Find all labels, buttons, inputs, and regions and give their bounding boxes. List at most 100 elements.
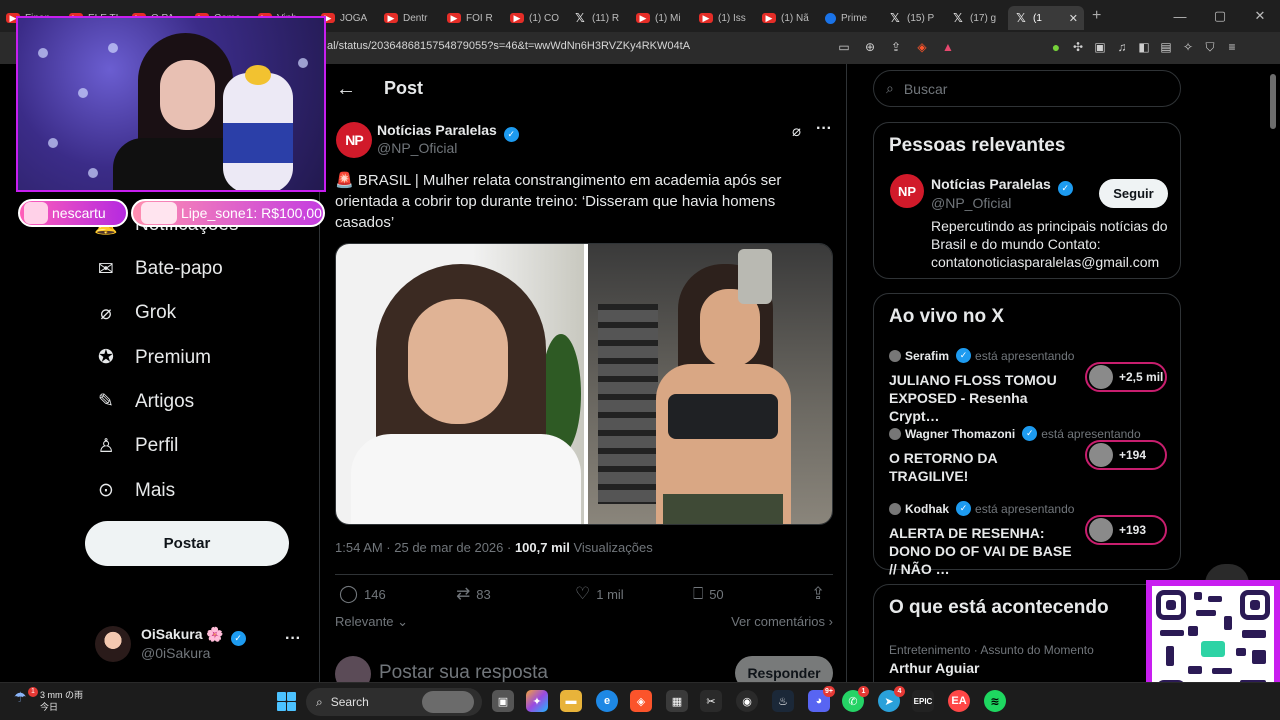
- brave-shields-icon[interactable]: ◈: [914, 39, 930, 55]
- qr-module: [1236, 648, 1246, 656]
- maximize-button[interactable]: ▢: [1200, 8, 1240, 24]
- timestamp[interactable]: 1:54 AM · 25 de mar de 2026 ·: [335, 540, 515, 555]
- reply-submit-button[interactable]: Responder: [735, 656, 833, 682]
- reply-input[interactable]: Postar sua resposta: [379, 662, 548, 682]
- author-handle[interactable]: @NP_Oficial: [377, 140, 457, 156]
- sort-dropdown[interactable]: Relevante ⌄: [335, 614, 408, 629]
- vpn-icon[interactable]: ⛉: [1202, 39, 1218, 55]
- sidebar-item-articles[interactable]: ✎ Artigos: [95, 391, 194, 413]
- scrollbar[interactable]: [1270, 74, 1276, 129]
- tab-close-icon[interactable]: ✕: [1069, 12, 1078, 25]
- store-icon[interactable]: ▦: [666, 690, 688, 712]
- browser-tab[interactable]: Prime: [819, 6, 882, 30]
- search-box[interactable]: ⌕: [873, 70, 1181, 107]
- new-tab-button[interactable]: +: [1092, 7, 1101, 25]
- sidebar-item-messages[interactable]: ✉ Bate-papo: [95, 258, 223, 280]
- browser-tab[interactable]: 𝕏 (17) g: [945, 6, 1008, 30]
- leo-ai-icon[interactable]: ✧: [1180, 39, 1196, 55]
- minimize-button[interactable]: —: [1160, 9, 1200, 24]
- tab-active[interactable]: 𝕏 (1 ✕: [1008, 6, 1084, 30]
- menu-icon[interactable]: ≡: [1224, 39, 1240, 55]
- file-explorer-icon[interactable]: ▬: [560, 690, 582, 712]
- screenshot-icon[interactable]: ▣: [1092, 39, 1108, 55]
- follow-button[interactable]: Seguir: [1099, 179, 1168, 208]
- browser-tab[interactable]: ▶ (1) Nã: [756, 6, 819, 30]
- tab-label: (1) CO: [529, 12, 559, 24]
- browser-tab[interactable]: ▶ (1) Iss: [693, 6, 756, 30]
- live-count: +2,5 mil: [1119, 370, 1164, 384]
- x-logo-icon: 𝕏: [575, 11, 585, 25]
- brave-icon[interactable]: ◈: [630, 690, 652, 712]
- task-view-icon[interactable]: ▣: [492, 690, 514, 712]
- share-icon[interactable]: ⇪: [888, 39, 904, 55]
- repost-button[interactable]: ⇄ 83: [456, 584, 491, 604]
- profile-name[interactable]: Notícias Paralelas ✓: [931, 176, 1073, 196]
- zoom-icon[interactable]: ⊕: [862, 39, 878, 55]
- media-image-left[interactable]: [336, 244, 584, 524]
- sidebar-item-premium[interactable]: ✪ Premium: [95, 347, 211, 369]
- browser-tab[interactable]: ▶ (1) Mi: [630, 6, 693, 30]
- search-input[interactable]: [903, 80, 1144, 97]
- tab-label: (1: [1033, 12, 1042, 24]
- live-count-pill[interactable]: +2,5 mil: [1085, 362, 1167, 392]
- host-status: está apresentando: [975, 348, 1075, 363]
- capcut-icon[interactable]: ✂: [700, 690, 722, 712]
- author-name[interactable]: Notícias Paralelas ✓: [377, 122, 519, 142]
- wallet-icon[interactable]: ▤: [1158, 39, 1174, 55]
- see-replies-link[interactable]: Ver comentários ›: [731, 614, 833, 629]
- profile-handle[interactable]: @NP_Oficial: [931, 195, 1011, 211]
- discord-icon[interactable]: ◕ 9+: [808, 686, 835, 712]
- cast-icon[interactable]: ▭: [836, 39, 852, 55]
- sidebar-item-grok[interactable]: ⌀ Grok: [95, 302, 176, 324]
- browser-tab[interactable]: 𝕏 (11) R: [567, 6, 630, 30]
- post-button[interactable]: Postar: [85, 521, 289, 566]
- avatar: [95, 626, 131, 662]
- live-item[interactable]: Wagner Thomazoni ✓ está apresentando O RETO…: [889, 426, 1169, 486]
- siren-emoji: 🚨: [335, 172, 354, 189]
- sidebar-item-more[interactable]: ⊙ Mais: [95, 480, 175, 502]
- copilot-icon[interactable]: ✦: [526, 690, 548, 712]
- whatsapp-icon[interactable]: ✆ 1: [842, 686, 869, 712]
- start-button[interactable]: [277, 692, 296, 711]
- extensions-puzzle-icon[interactable]: ✣: [1070, 39, 1086, 55]
- live-item[interactable]: Serafim ✓ está apresentando JULIANO FLOSS T…: [889, 348, 1169, 424]
- live-count-pill[interactable]: +194: [1085, 440, 1167, 470]
- browser-tab[interactable]: ▶ FOI R: [441, 6, 504, 30]
- live-item[interactable]: Kodhak ✓ está apresentando ALERTA DE RESENH…: [889, 501, 1169, 577]
- telegram-icon[interactable]: ➤ 4: [878, 686, 905, 712]
- share-button[interactable]: ⇪: [811, 584, 825, 604]
- edge-icon[interactable]: e: [596, 690, 618, 712]
- sidebar-toggle-icon[interactable]: ◧: [1136, 39, 1152, 55]
- media-icon[interactable]: ♫: [1114, 39, 1130, 55]
- reply-button[interactable]: ◯ 146: [339, 584, 386, 604]
- like-button[interactable]: ♡ 1 mil: [575, 584, 624, 604]
- media-image-right[interactable]: [588, 244, 832, 524]
- brave-rewards-icon[interactable]: ▲: [940, 39, 956, 55]
- obs-icon[interactable]: ◉: [736, 690, 758, 712]
- sidebar-item-profile[interactable]: ♙ Perfil: [95, 435, 178, 457]
- extension-green-icon[interactable]: ●: [1048, 39, 1064, 55]
- live-count-pill[interactable]: +193: [1085, 515, 1167, 545]
- grok-icon[interactable]: ⌀: [792, 122, 801, 140]
- browser-tab[interactable]: 𝕏 (15) P: [882, 6, 945, 30]
- host-name: Kodhak: [905, 501, 950, 516]
- browser-tab[interactable]: ▶ (1) CO: [504, 6, 567, 30]
- epic-games-icon[interactable]: EPIC: [912, 690, 934, 712]
- browser-tab[interactable]: ▶ Dentr: [378, 6, 441, 30]
- back-arrow-icon[interactable]: ←: [336, 78, 356, 101]
- account-switcher[interactable]: OiSakura 🌸 ✓ @0iSakura ···: [95, 624, 305, 664]
- url-text[interactable]: al/status/2036486815754879055?s=46&t=wwW…: [327, 40, 690, 52]
- spotify-icon[interactable]: ≋: [984, 690, 1006, 712]
- ea-icon[interactable]: EA: [948, 690, 970, 712]
- more-icon[interactable]: ···: [285, 630, 301, 648]
- author-avatar[interactable]: NP: [336, 122, 372, 158]
- steam-icon[interactable]: ♨: [772, 690, 794, 712]
- bookmark-button[interactable]: ⎕ 50: [693, 584, 724, 604]
- more-icon[interactable]: ···: [816, 120, 832, 138]
- tweet-text: 🚨 BRASIL | Mulher relata constrangimento…: [335, 170, 815, 233]
- avatar[interactable]: NP: [890, 174, 924, 208]
- taskbar-search[interactable]: ⌕ Search: [306, 688, 482, 716]
- close-window-button[interactable]: ✕: [1240, 8, 1280, 24]
- trend-name[interactable]: Arthur Aguiar: [889, 660, 979, 676]
- tweet-media[interactable]: [335, 243, 833, 525]
